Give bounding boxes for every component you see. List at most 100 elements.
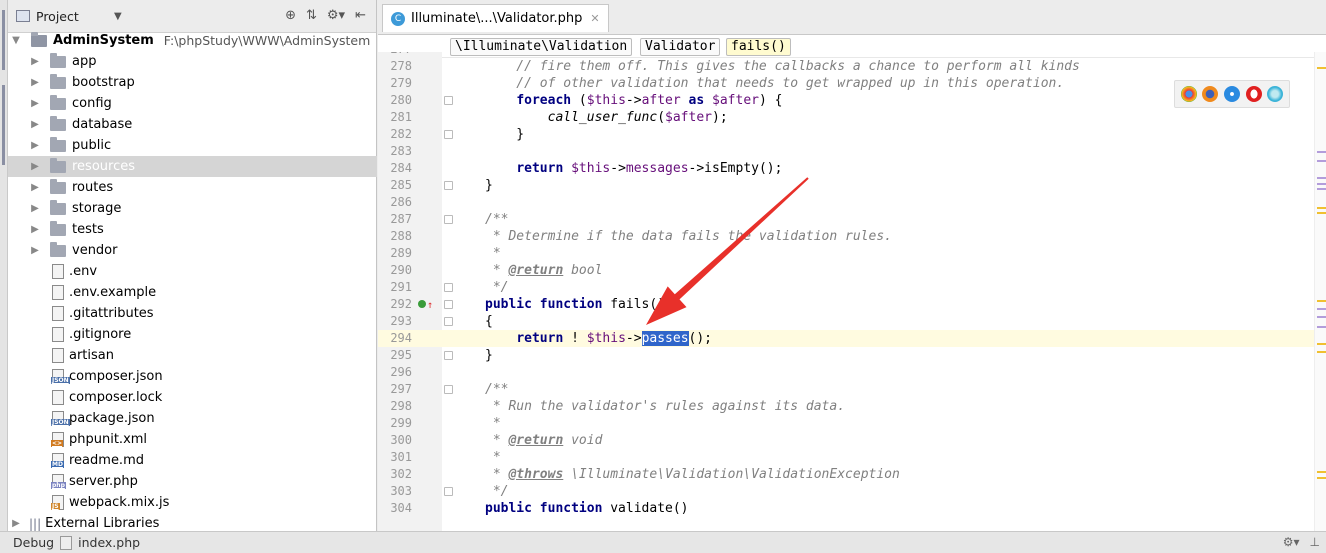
project-panel: Project ▼ ⊕ ⇅ ⚙▾ ⇤ ▼ AdminSystem F:\phpStu…	[8, 0, 377, 531]
json-file-icon: JSON	[51, 411, 70, 426]
file-name: .env	[69, 264, 98, 279]
js-file-icon: JS	[51, 495, 64, 510]
php-file-icon	[60, 535, 73, 550]
file-name: .gitignore	[69, 327, 132, 342]
project-panel-header: Project ▼ ⊕ ⇅ ⚙▾ ⇤	[8, 0, 376, 33]
tree-item-storage[interactable]: ▶ storage	[8, 198, 377, 219]
folder-icon	[50, 220, 66, 236]
library-icon: |||	[29, 516, 42, 531]
tree-item-config[interactable]: ▶ config	[8, 93, 377, 114]
folder-icon	[50, 241, 66, 257]
tree-file-item[interactable]: JS webpack.mix.js	[8, 492, 377, 513]
php-file-icon: php	[51, 474, 66, 489]
chevron-right-icon[interactable]: ▶	[30, 98, 40, 109]
file-name: readme.md	[69, 453, 144, 468]
tree-file-item[interactable]: JSON package.json	[8, 408, 377, 429]
chevron-right-icon[interactable]: ▶	[30, 224, 40, 235]
tree-item-vendor[interactable]: ▶ vendor	[8, 240, 377, 261]
folder-icon	[50, 178, 66, 194]
chevron-right-icon[interactable]: ▶	[30, 161, 40, 172]
tool-window-marker[interactable]	[2, 85, 5, 165]
file-name: .gitattributes	[69, 306, 154, 321]
chevron-right-icon[interactable]: ▶	[30, 119, 40, 130]
tree-file-item[interactable]: .env.example	[8, 282, 377, 303]
json-file-icon: JSON	[51, 369, 70, 384]
folder-name: tests	[72, 222, 104, 237]
tree-item-bootstrap[interactable]: ▶ bootstrap	[8, 72, 377, 93]
tree-file-item[interactable]: JSON composer.json	[8, 366, 377, 387]
hide-icon[interactable]: ⊥	[1310, 535, 1320, 549]
folder-icon	[50, 94, 66, 110]
tree-item-routes[interactable]: ▶ routes	[8, 177, 377, 198]
text-file-icon	[52, 306, 64, 321]
git-file-icon	[52, 327, 64, 342]
folder-icon	[50, 157, 66, 173]
tree-item-app[interactable]: ▶ app	[8, 51, 377, 72]
tool-window-marker[interactable]	[2, 10, 5, 70]
folder-icon	[50, 115, 66, 131]
tree-file-item[interactable]: MD readme.md	[8, 450, 377, 471]
file-name: package.json	[69, 411, 155, 426]
gear-icon[interactable]: ⚙▾	[327, 8, 345, 23]
chevron-right-icon[interactable]: ▶	[30, 77, 40, 88]
folder-icon	[50, 199, 66, 215]
folder-name: database	[72, 117, 133, 132]
tree-file-item[interactable]: .gitignore	[8, 324, 377, 345]
project-root-name: AdminSystem	[53, 33, 154, 48]
chevron-right-icon[interactable]: ▶	[30, 56, 40, 67]
chevron-right-icon[interactable]: ▶	[30, 140, 40, 151]
chevron-right-icon[interactable]: ▶	[30, 182, 40, 193]
chevron-down-icon[interactable]: ▼	[11, 35, 21, 46]
tree-file-item[interactable]: <> phpunit.xml	[8, 429, 377, 450]
tree-file-item[interactable]: php server.php	[8, 471, 377, 492]
tree-root-item[interactable]: ▼ AdminSystem F:\phpStudy\WWW\AdminSystem	[8, 30, 377, 51]
tree-file-item[interactable]: artisan	[8, 345, 377, 366]
debug-config-label[interactable]: index.php	[78, 535, 140, 550]
chevron-right-icon[interactable]: ▶	[30, 245, 40, 256]
file-name: composer.lock	[69, 390, 163, 405]
file-name: composer.json	[69, 369, 163, 384]
file-name: server.php	[69, 474, 138, 489]
folder-icon	[50, 136, 66, 152]
tree-file-item[interactable]: composer.lock	[8, 387, 377, 408]
chevron-right-icon[interactable]: ▶	[11, 518, 21, 529]
file-name: webpack.mix.js	[69, 495, 170, 510]
folder-name: public	[72, 138, 112, 153]
md-file-icon: MD	[51, 453, 64, 468]
folder-name: bootstrap	[72, 75, 135, 90]
folder-name: vendor	[72, 243, 118, 258]
project-icon	[16, 10, 30, 22]
xml-file-icon: <>	[51, 432, 64, 447]
folder-name: resources	[72, 159, 136, 174]
tree-item-database[interactable]: ▶ database	[8, 114, 377, 135]
folder-name: app	[72, 54, 97, 69]
left-tool-strip	[0, 0, 8, 531]
folder-name: config	[72, 96, 112, 111]
hide-panel-icon[interactable]: ⇤	[355, 8, 366, 23]
file-name: .env.example	[69, 285, 157, 300]
tree-file-item[interactable]: .env	[8, 261, 377, 282]
folder-icon	[50, 73, 66, 89]
project-panel-title[interactable]: Project	[36, 9, 79, 24]
tree-item-resources[interactable]: ▶ resources	[8, 156, 377, 177]
text-file-icon	[52, 285, 64, 300]
text-file-icon	[52, 348, 64, 363]
annotation-arrow	[646, 177, 809, 325]
text-file-icon	[52, 264, 64, 279]
debug-label[interactable]: Debug	[13, 535, 54, 550]
collapse-icon[interactable]: ⇅	[306, 8, 317, 23]
chevron-right-icon[interactable]: ▶	[30, 203, 40, 214]
file-name: artisan	[69, 348, 114, 363]
file-name: phpunit.xml	[69, 432, 148, 447]
editor-area: C Illuminate\...\Validator.php ✕ \Illumi…	[378, 0, 1326, 531]
chevron-down-icon[interactable]: ▼	[114, 11, 122, 22]
folder-name: storage	[72, 201, 122, 216]
tree-item-public[interactable]: ▶ public	[8, 135, 377, 156]
project-root-path: F:\phpStudy\WWW\AdminSystem	[163, 33, 371, 48]
tree-file-item[interactable]: .gitattributes	[8, 303, 377, 324]
tree-item-tests[interactable]: ▶ tests	[8, 219, 377, 240]
external-libraries-label: External Libraries	[45, 516, 160, 531]
locate-icon[interactable]: ⊕	[285, 8, 296, 23]
text-file-icon	[52, 390, 64, 405]
gear-icon[interactable]: ⚙▾	[1283, 535, 1300, 549]
